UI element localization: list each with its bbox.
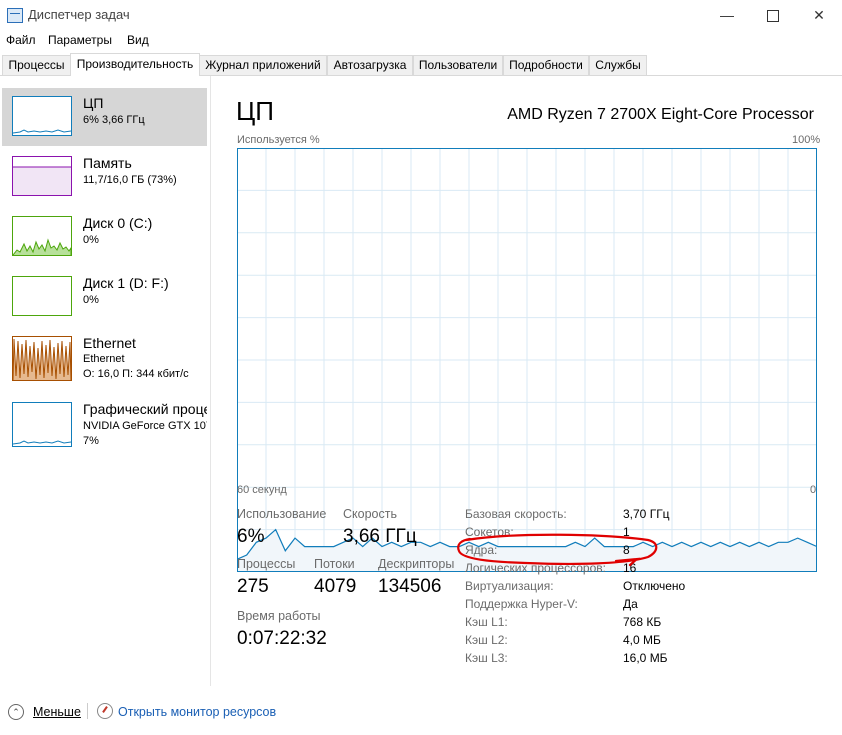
tab-startup[interactable]: Автозагрузка [327,55,413,75]
chevron-up-icon[interactable]: ⌃ [8,704,24,720]
sidebar-item-title: Ethernet [83,335,136,351]
graph-y-max: 100% [792,134,821,146]
footer-bar: ⌃ Меньше Открыть монитор ресурсов [0,696,842,726]
detail-l3-value: 16,0 МБ [623,651,668,665]
sidebar-item-subtitle: 6% 3,66 ГГц [83,114,145,126]
detail-base-speed-value: 3,70 ГГц [623,507,670,521]
window-title: Диспетчер задач [28,7,130,22]
sidebar-item-ethernet[interactable]: Ethernet Ethernet О: 16,0 П: 344 кбит/с [2,328,207,386]
sidebar-item-subtitle: 0% [83,234,99,246]
tab-services[interactable]: Службы [589,55,647,75]
graph-y-label: Используется % [237,134,320,146]
memory-thumbnail-graph [12,156,72,196]
usage-label: Использование [237,507,327,521]
close-button[interactable]: ✕ [796,0,842,30]
tab-bar: Процессы Производительность Журнал прило… [0,53,842,76]
menu-file[interactable]: Файл [6,33,36,47]
resource-monitor-icon[interactable] [97,703,113,719]
ethernet-thumbnail-graph [12,336,72,381]
uptime-label: Время работы [237,609,321,623]
tab-processes[interactable]: Процессы [2,55,71,75]
sidebar-item-disk1[interactable]: Диск 1 (D: F:) 0% [2,268,207,326]
gpu-thumbnail-graph [12,402,72,447]
detail-virtualization-label: Виртуализация: [465,579,554,593]
sidebar-item-title: Диск 1 (D: F:) [83,275,169,291]
menu-view[interactable]: Вид [127,33,149,47]
sidebar-item-subtitle: NVIDIA GeForce GTX 1070 [83,420,207,432]
speed-value: 3,66 ГГц [343,526,417,547]
detail-base-speed-label: Базовая скорость: [465,507,567,521]
sidebar-item-title: ЦП [83,95,104,111]
red-highlight-annotation [457,533,658,567]
threads-value: 4079 [314,576,357,597]
performance-sidebar: ЦП 6% 3,66 ГГц Память 11,7/16,0 ГБ (73%)… [0,76,211,686]
tab-performance[interactable]: Производительность [70,53,200,76]
sidebar-item-disk0[interactable]: Диск 0 (C:) 0% [2,208,207,266]
menu-options[interactable]: Параметры [48,33,112,47]
detail-virtualization-value: Отключено [623,579,686,593]
title-bar: Диспетчер задач — ✕ [0,0,842,30]
processes-label: Процессы [237,557,296,571]
open-resource-monitor-link[interactable]: Открыть монитор ресурсов [118,705,276,719]
disk0-thumbnail-graph [12,216,72,256]
detail-l2-label: Кэш L2: [465,633,508,647]
sidebar-item-subtitle: Ethernet [83,353,125,365]
cpu-thumbnail-graph [12,96,72,136]
detail-l1-value: 768 КБ [623,615,662,629]
disk1-thumbnail-graph [12,276,72,316]
usage-value: 6% [237,526,265,547]
uptime-value: 0:07:22:32 [237,628,327,649]
handles-value: 134506 [378,576,442,597]
processor-name: AMD Ryzen 7 2700X Eight-Core Processor [507,106,814,123]
sidebar-item-gpu[interactable]: Графический процессор 0 NVIDIA GeForce G… [2,394,207,452]
sidebar-item-memory[interactable]: Память 11,7/16,0 ГБ (73%) [2,148,207,206]
detail-l3-label: Кэш L3: [465,651,508,665]
maximize-button[interactable] [750,0,796,30]
sidebar-item-subtitle: 0% [83,294,99,306]
sidebar-item-title: Диск 0 (C:) [83,215,153,231]
maximize-icon [767,10,779,23]
task-manager-icon [7,8,23,23]
fewer-details-button[interactable]: Меньше [33,705,81,719]
tab-app-history[interactable]: Журнал приложений [199,55,327,75]
sidebar-item-cpu[interactable]: ЦП 6% 3,66 ГГц [2,88,207,146]
page-title: ЦП [236,96,274,126]
sidebar-item-throughput: О: 16,0 П: 344 кбит/с [83,368,189,380]
cpu-detail-panel: ЦП AMD Ryzen 7 2700X Eight-Core Processo… [236,90,836,680]
graph-x-label: 60 секунд [237,484,287,496]
tab-details[interactable]: Подробности [503,55,589,75]
handles-label: Дескрипторы [378,557,455,571]
minimize-button[interactable]: — [704,0,750,30]
detail-hyperv-label: Поддержка Hyper-V: [465,597,578,611]
detail-l1-label: Кэш L1: [465,615,508,629]
footer-separator [87,703,88,719]
graph-x-zero: 0 [810,484,817,496]
detail-l2-value: 4,0 МБ [623,633,661,647]
detail-hyperv-value: Да [623,597,638,611]
tab-users[interactable]: Пользователи [413,55,503,75]
processes-value: 275 [237,576,269,597]
speed-label: Скорость [343,507,397,521]
sidebar-item-subtitle: 11,7/16,0 ГБ (73%) [83,174,177,186]
sidebar-item-title: Память [83,155,132,171]
threads-label: Потоки [314,557,355,571]
sidebar-item-title: Графический процессор 0 [83,401,207,417]
sidebar-item-usage: 7% [83,435,99,447]
